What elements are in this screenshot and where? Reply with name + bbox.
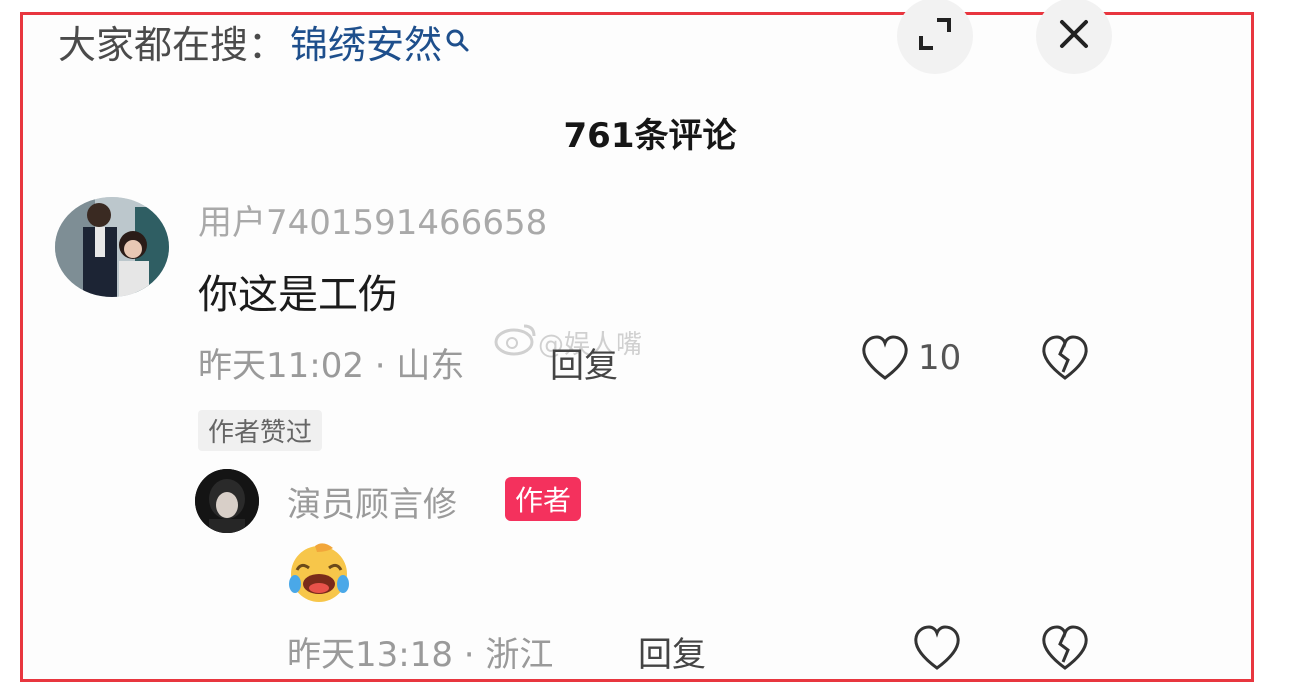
expand-button[interactable] [897,0,973,74]
avatar[interactable] [195,469,259,533]
broken-heart-icon [1040,625,1090,676]
reply-meta: 昨天13:18 · 浙江 [287,635,554,675]
close-icon [1057,17,1091,55]
avatar[interactable] [55,197,169,297]
like-button[interactable] [860,334,910,386]
laughing-crying-emoji-icon [287,540,351,604]
search-suggestion-prefix: 大家都在搜： [58,23,287,67]
author-badge: 作者 [505,477,582,521]
author-liked-tag: 作者赞过 [198,410,323,451]
heart-icon [912,625,962,676]
reply-username[interactable]: 演员顾言修 [287,477,457,526]
like-button[interactable] [912,624,962,676]
search-suggestion-keyword[interactable]: 锦绣安然 [290,14,442,69]
comment-meta: 昨天11:02 · 山东 [198,346,465,386]
comment-text: 你这是工伤 [198,272,398,318]
like-count: 10 [918,338,962,378]
broken-heart-icon [1040,335,1090,386]
comments-count-title: 761条评论 [563,116,737,156]
weibo-logo [494,322,538,363]
close-button[interactable] [1036,0,1112,74]
dislike-button[interactable] [1040,334,1090,386]
expand-icon [915,14,955,58]
dislike-button[interactable] [1040,624,1090,676]
search-suggestion[interactable]: 大家都在搜： 锦绣安然 [58,14,472,69]
comment-username[interactable]: 用户7401591466658 [198,195,547,244]
heart-icon [860,335,910,386]
reply-button[interactable]: 回复 [550,338,618,387]
search-icon [444,20,472,51]
reply-button[interactable]: 回复 [638,627,706,676]
